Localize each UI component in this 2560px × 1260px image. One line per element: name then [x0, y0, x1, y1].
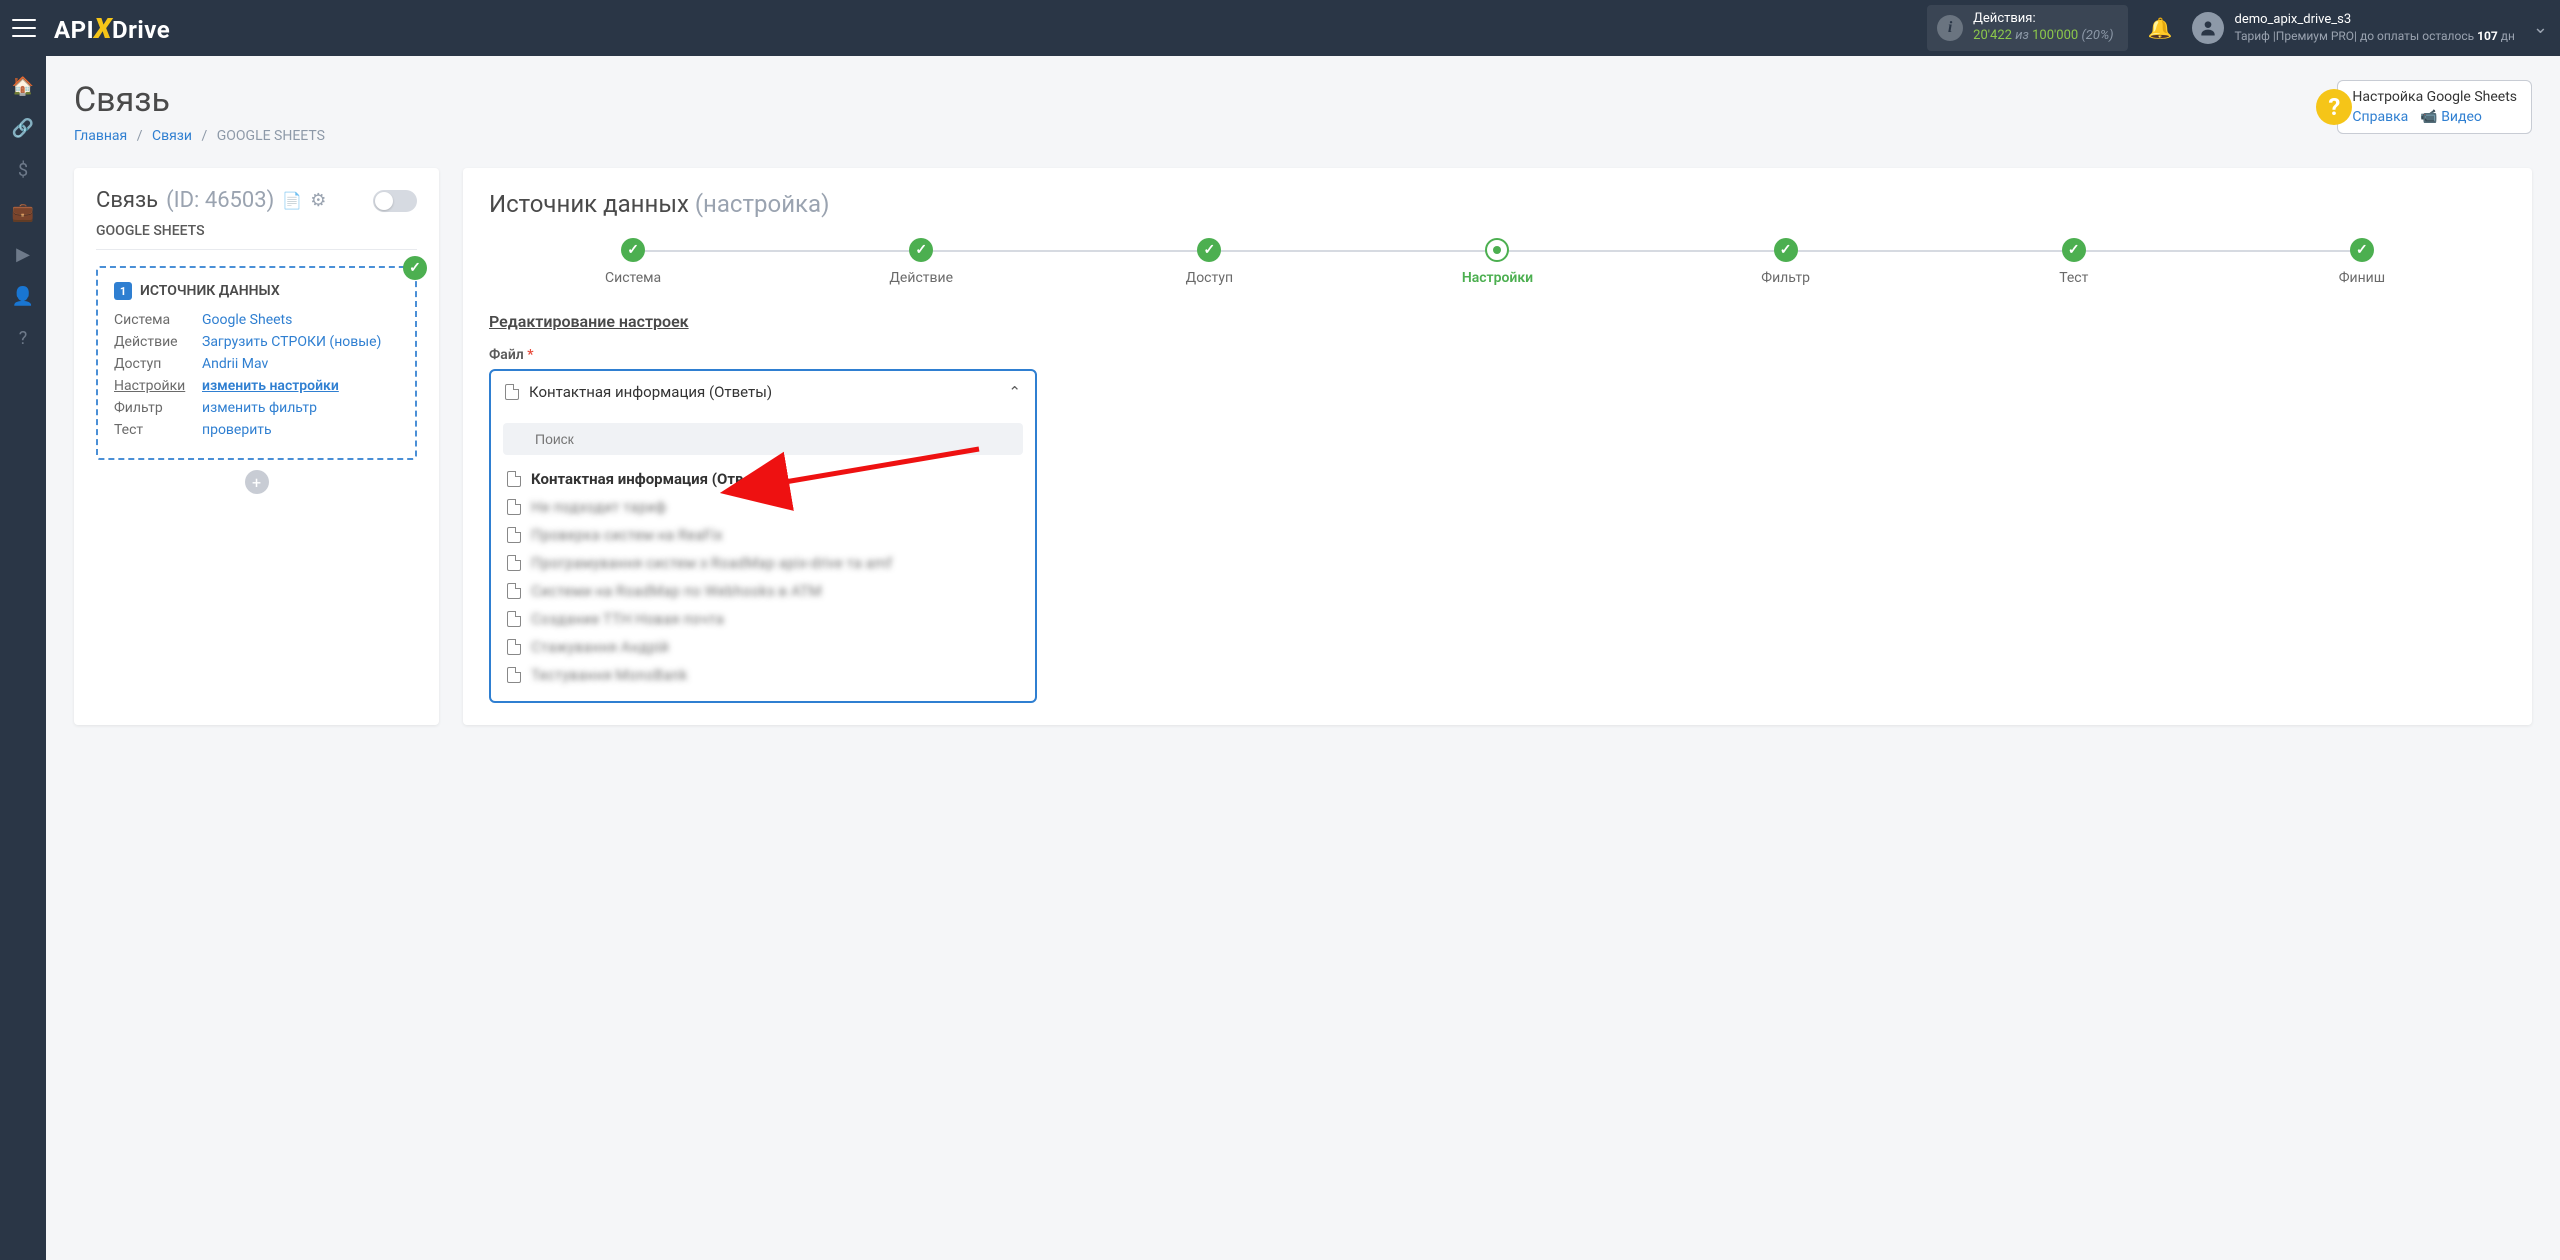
logo[interactable]: APIXDrive [54, 12, 170, 45]
breadcrumb-links[interactable]: Связи [152, 128, 192, 144]
actions-pct: (20%) [2081, 28, 2113, 43]
src-access[interactable]: Andrii Mav [202, 356, 268, 372]
right-subtitle: (настройка) [695, 190, 830, 218]
tariff-days: 107 [2477, 29, 2498, 43]
page-title: Связь [74, 80, 325, 120]
nav-briefcase-icon[interactable]: 💼 [0, 192, 46, 232]
connection-toggle[interactable] [373, 190, 417, 212]
source-title: ИСТОЧНИК ДАННЫХ [140, 283, 280, 299]
dropdown-option[interactable]: Тестування MonoBank [503, 661, 1023, 689]
dropdown-option[interactable]: Системи на RoadMap по Webhooks в АТМ [503, 577, 1023, 605]
step-check-icon[interactable]: ✓ [1774, 238, 1798, 262]
src-settings[interactable]: изменить настройки [202, 378, 339, 394]
right-title: Источник данных [489, 190, 689, 218]
nav-billing-icon[interactable]: $ [0, 150, 46, 190]
edit-settings-title: Редактирование настроек [489, 312, 2506, 331]
dropdown-search-input[interactable] [503, 423, 1023, 455]
add-step-button[interactable]: + [245, 470, 269, 494]
step-check-icon[interactable]: ✓ [1197, 238, 1221, 262]
right-panel: Источник данных (настройка) ✓Система ✓Де… [463, 168, 2532, 725]
src-system[interactable]: Google Sheets [202, 312, 292, 328]
sidenav: 🏠 🔗 $ 💼 ▶ 👤 ? [0, 56, 46, 1260]
avatar-icon [2192, 12, 2224, 44]
nav-help-icon[interactable]: ? [0, 318, 46, 358]
copy-icon[interactable]: 📄 [282, 191, 302, 210]
step-check-icon[interactable]: ✓ [2062, 238, 2086, 262]
breadcrumb-current: GOOGLE SHEETS [217, 128, 325, 144]
bell-icon[interactable]: 🔔 [2148, 16, 2173, 40]
dropdown-option[interactable]: Не подходит тариф [503, 493, 1023, 521]
left-panel: Связь (ID: 46503) 📄 ⚙ GOOGLE SHEETS ✓ 1 … [74, 168, 439, 725]
file-icon [507, 583, 521, 599]
field-label: Файл [489, 347, 524, 363]
src-test[interactable]: проверить [202, 422, 272, 438]
conn-label: Связь [96, 188, 158, 213]
file-dropdown[interactable]: Контактная информация (Ответы) ⌃ 🔍 Конта… [489, 369, 1037, 703]
help-badge-icon[interactable]: ? [2316, 89, 2352, 125]
src-action[interactable]: Загрузить СТРОКИ (новые) [202, 334, 381, 350]
file-icon [507, 471, 521, 487]
help-link-video[interactable]: 📹 Видео [2420, 109, 2482, 125]
check-icon: ✓ [403, 256, 427, 280]
file-icon [507, 555, 521, 571]
stepper: ✓Система ✓Действие ✓Доступ Настройки ✓Фи… [489, 238, 2506, 286]
breadcrumb-home[interactable]: Главная [74, 128, 127, 144]
actions-used: 20'422 [1973, 28, 2012, 43]
step-check-icon[interactable]: ✓ [621, 238, 645, 262]
file-icon [507, 499, 521, 515]
actions-counter[interactable]: i Действия: 20'422 из 100'000 (20%) [1927, 5, 2127, 51]
conn-subtitle: GOOGLE SHEETS [96, 223, 417, 250]
file-icon [507, 667, 521, 683]
src-filter[interactable]: изменить фильтр [202, 400, 317, 416]
gear-icon[interactable]: ⚙ [310, 190, 326, 211]
step-number-badge: 1 [114, 282, 132, 300]
step-current-icon[interactable] [1485, 238, 1509, 262]
dropdown-option[interactable]: Контактная информация (Ответы) [503, 465, 1023, 493]
dropdown-selected-text: Контактная информация (Ответы) [529, 383, 772, 401]
user-menu[interactable]: demo_apix_drive_s3 Тариф |Премиум PRO| д… [2192, 12, 2548, 44]
user-name: demo_apix_drive_s3 [2234, 12, 2514, 29]
topbar: APIXDrive i Действия: 20'422 из 100'000 … [0, 0, 2560, 56]
file-icon [507, 527, 521, 543]
help-box: ? Настройка Google Sheets Справка 📹 Виде… [2337, 80, 2532, 134]
nav-video-icon[interactable]: ▶ [0, 234, 46, 274]
dropdown-selected[interactable]: Контактная информация (Ответы) ⌃ [491, 371, 1035, 413]
step-check-icon[interactable]: ✓ [909, 238, 933, 262]
tariff-text: Тариф |Премиум PRO| до оплаты осталось [2234, 29, 2477, 43]
nav-user-icon[interactable]: 👤 [0, 276, 46, 316]
conn-id: (ID: 46503) [166, 188, 274, 213]
file-icon [507, 611, 521, 627]
nav-connections-icon[interactable]: 🔗 [0, 108, 46, 148]
actions-of: из [2015, 28, 2029, 43]
actions-total: 100'000 [2032, 28, 2078, 43]
dropdown-list[interactable]: Контактная информация (Ответы) Не подход… [503, 465, 1023, 689]
file-icon [507, 639, 521, 655]
dropdown-option[interactable]: Програмування систем з RoadMap apix-driv… [503, 549, 1023, 577]
nav-home-icon[interactable]: 🏠 [0, 66, 46, 106]
chevron-down-icon: ⌄ [2533, 17, 2548, 38]
breadcrumb: Главная / Связи / GOOGLE SHEETS [74, 128, 325, 144]
dropdown-option[interactable]: Проверка систем на ReaFix [503, 521, 1023, 549]
source-box: ✓ 1 ИСТОЧНИК ДАННЫХ СистемаGoogle Sheets… [96, 266, 417, 460]
camera-icon: 📹 [2420, 109, 2437, 125]
hamburger-menu[interactable] [12, 19, 36, 37]
step-check-icon[interactable]: ✓ [2350, 238, 2374, 262]
required-asterisk: * [527, 347, 533, 363]
dropdown-option[interactable]: Стажування Андрій [503, 633, 1023, 661]
info-icon: i [1937, 15, 1963, 41]
file-icon [505, 384, 519, 400]
actions-label: Действия: [1973, 11, 2113, 28]
help-title: Настройка Google Sheets [2352, 89, 2517, 105]
chevron-up-icon: ⌃ [1008, 383, 1021, 401]
dropdown-option[interactable]: Создание ТТН Новая почта [503, 605, 1023, 633]
help-link-doc[interactable]: Справка [2352, 109, 2408, 125]
